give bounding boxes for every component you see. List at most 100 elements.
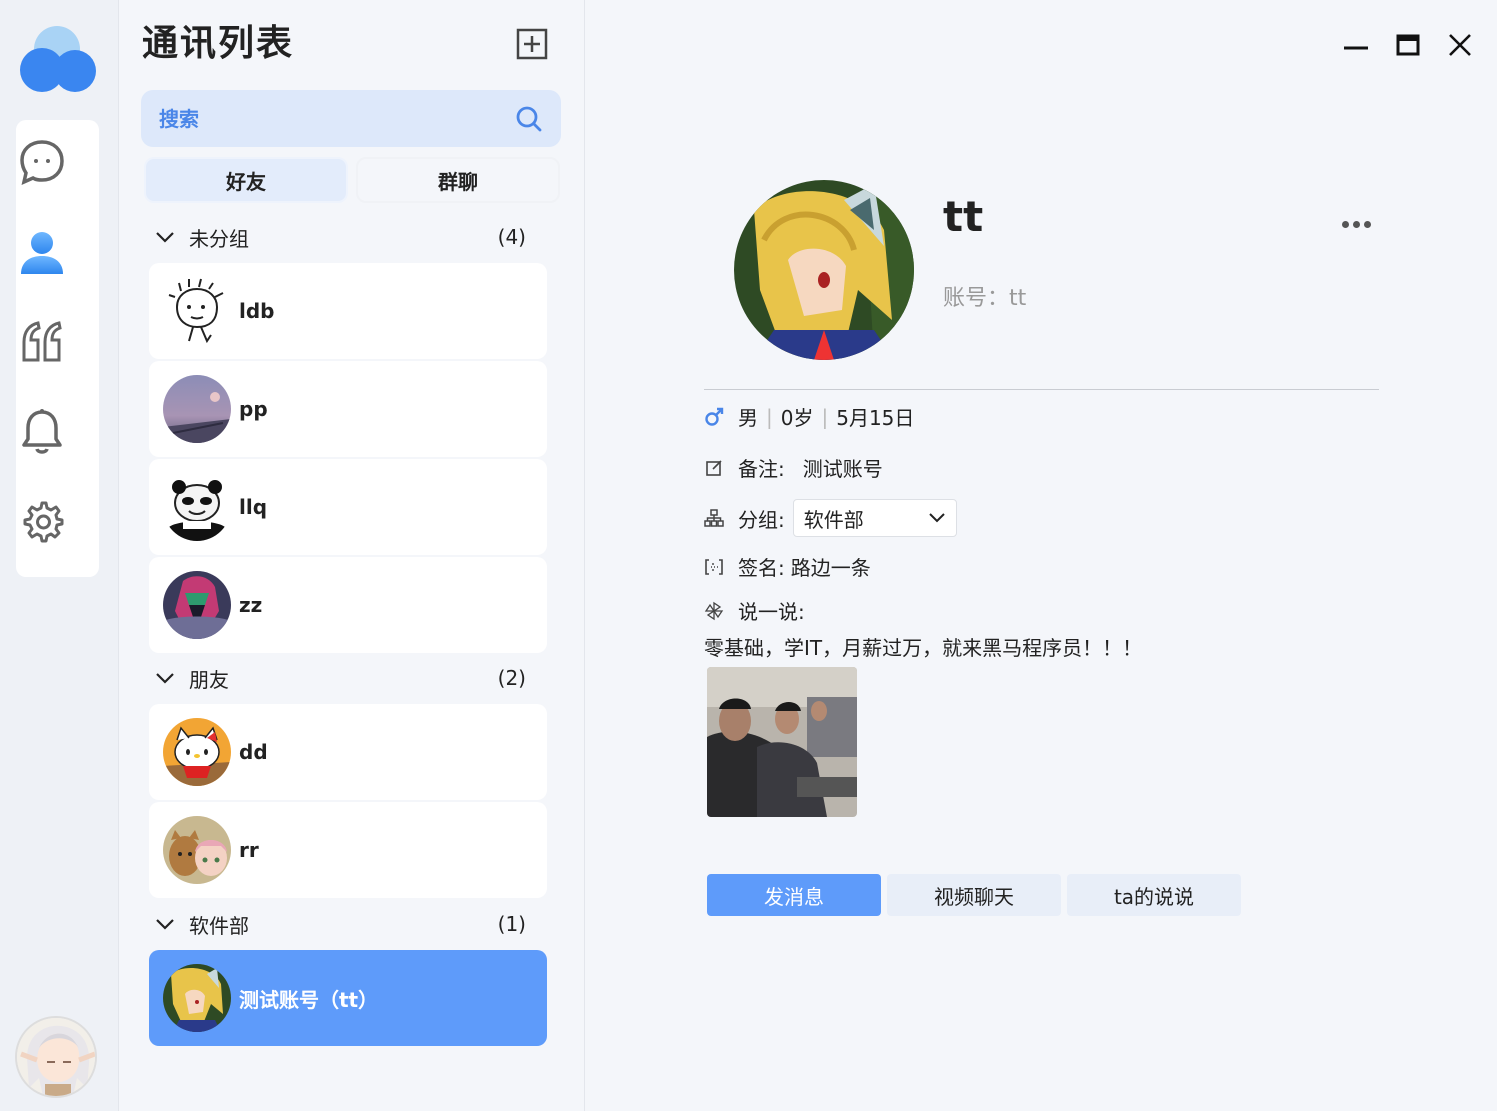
- contact-name: rr: [239, 838, 259, 862]
- action-buttons: 发消息 视频聊天 ta的说说: [707, 874, 1241, 916]
- close-button[interactable]: [1443, 28, 1477, 62]
- signature-icon: [704, 558, 724, 576]
- contact-avatar: [163, 816, 231, 884]
- male-icon: [704, 407, 724, 427]
- nav-notifications-button[interactable]: [16, 405, 67, 456]
- contact-card-ldb[interactable]: ldb: [149, 263, 547, 359]
- group-header-ungrouped[interactable]: 未分组 (4): [155, 217, 530, 257]
- group-name: 软件部: [189, 913, 249, 938]
- chevron-down-icon: [156, 232, 174, 243]
- nav-contacts-button[interactable]: [16, 226, 67, 277]
- remark-label: 备注:: [738, 457, 785, 481]
- contacts-title: 通讯列表: [142, 23, 295, 64]
- group-select-value: 软件部: [803, 507, 864, 532]
- contact-avatar: [163, 571, 231, 639]
- close-icon: [1449, 34, 1471, 56]
- video-chat-button[interactable]: 视频聊天: [887, 874, 1061, 916]
- dot: [1363, 220, 1371, 228]
- chevron-down-icon: [156, 673, 174, 684]
- moment-label: 说一说:: [738, 600, 805, 624]
- tab-groups[interactable]: 群聊: [356, 157, 560, 203]
- birthday-value: 5月15日: [836, 406, 915, 430]
- contact-name: ldb: [239, 299, 275, 323]
- tab-friends[interactable]: 好友: [144, 157, 348, 203]
- profile-avatar: [734, 180, 914, 360]
- plus-square-icon: [516, 28, 548, 60]
- contact-name: llq: [239, 495, 268, 519]
- minimize-button[interactable]: [1339, 28, 1373, 62]
- my-avatar[interactable]: [15, 1016, 97, 1098]
- search-icon[interactable]: [515, 105, 543, 133]
- maximize-icon: [1396, 34, 1420, 56]
- gear-icon: [23, 501, 63, 542]
- nav-chat-button[interactable]: [16, 136, 67, 187]
- divider: [704, 389, 1379, 390]
- contact-name: zz: [239, 593, 263, 617]
- group-label: 分组:: [738, 507, 785, 532]
- dot: [1352, 220, 1360, 228]
- contact-avatar: [163, 277, 231, 345]
- group-count: (1): [497, 912, 526, 936]
- contact-name: pp: [239, 397, 268, 421]
- contact-name: 测试账号（tt）: [239, 987, 379, 1012]
- moment-row: 说一说:: [704, 596, 805, 625]
- profile-name: tt: [943, 192, 984, 241]
- contact-tabs: 好友 群聊: [144, 157, 560, 203]
- maximize-button[interactable]: [1391, 28, 1425, 62]
- moment-image[interactable]: [707, 667, 857, 817]
- group-count: (4): [497, 225, 526, 249]
- nav-rail: [0, 0, 119, 1111]
- separator: |: [766, 404, 773, 429]
- remark-value: 测试账号: [802, 457, 883, 481]
- search-input[interactable]: [159, 106, 515, 131]
- basic-info-row: 男 | 0岁 | 5月15日: [704, 402, 914, 431]
- contact-avatar: [163, 375, 231, 443]
- quote-icon: [22, 320, 62, 361]
- contact-avatar: [163, 964, 231, 1032]
- group-header-friends[interactable]: 朋友 (2): [155, 658, 530, 698]
- contact-card-llq[interactable]: llq: [149, 459, 547, 555]
- gender-value: 男: [738, 406, 758, 430]
- contacts-panel: 通讯列表 好友 群聊 未分组 (4) ldb pp llq z: [119, 0, 585, 1111]
- bell-icon: [21, 408, 62, 454]
- more-options-button[interactable]: [1338, 212, 1374, 236]
- group-name: 未分组: [189, 226, 249, 251]
- edit-icon[interactable]: [704, 459, 724, 477]
- dot: [1341, 220, 1349, 228]
- app-logo: [20, 26, 98, 96]
- signature-value: 路边一条: [790, 556, 871, 580]
- user-icon: [20, 231, 63, 274]
- minimize-icon: [1344, 46, 1368, 50]
- signature-label: 签名:: [738, 556, 785, 580]
- chevron-down-icon: [156, 919, 174, 930]
- nav-moments-button[interactable]: [16, 316, 67, 367]
- add-contact-button[interactable]: [516, 28, 548, 60]
- age-value: 0岁: [780, 406, 814, 430]
- contact-card-rr[interactable]: rr: [149, 802, 547, 898]
- chevron-down-icon: [929, 513, 945, 523]
- profile-account: 账号：tt: [943, 286, 1027, 311]
- window-controls: [1339, 28, 1477, 62]
- contact-name: dd: [239, 740, 268, 764]
- send-message-button[interactable]: 发消息: [707, 874, 881, 916]
- search-box: [141, 90, 561, 147]
- contact-card-zz[interactable]: zz: [149, 557, 547, 653]
- contact-card-tt[interactable]: 测试账号（tt）: [149, 950, 547, 1046]
- group-name: 朋友: [189, 667, 229, 692]
- group-count: (2): [497, 666, 526, 690]
- group-select[interactable]: 软件部: [792, 499, 957, 537]
- group-header-software-dept[interactable]: 软件部 (1): [155, 904, 530, 944]
- contact-card-dd[interactable]: dd: [149, 704, 547, 800]
- group-row: 分组: 软件部: [704, 499, 957, 537]
- view-moments-button[interactable]: ta的说说: [1067, 874, 1241, 916]
- contact-avatar: [163, 473, 231, 541]
- contact-card-pp[interactable]: pp: [149, 361, 547, 457]
- moment-text: 零基础，学IT，月薪过万，就来黑马程序员！！！: [704, 636, 1143, 660]
- remark-row: 备注: 测试账号: [704, 453, 883, 482]
- signature-row: 签名: 路边一条: [704, 552, 871, 581]
- separator: |: [821, 404, 829, 429]
- nav-settings-button[interactable]: [16, 495, 67, 546]
- pinwheel-icon: [704, 601, 724, 621]
- org-chart-icon: [704, 508, 724, 528]
- chat-bubble-icon: [19, 139, 64, 185]
